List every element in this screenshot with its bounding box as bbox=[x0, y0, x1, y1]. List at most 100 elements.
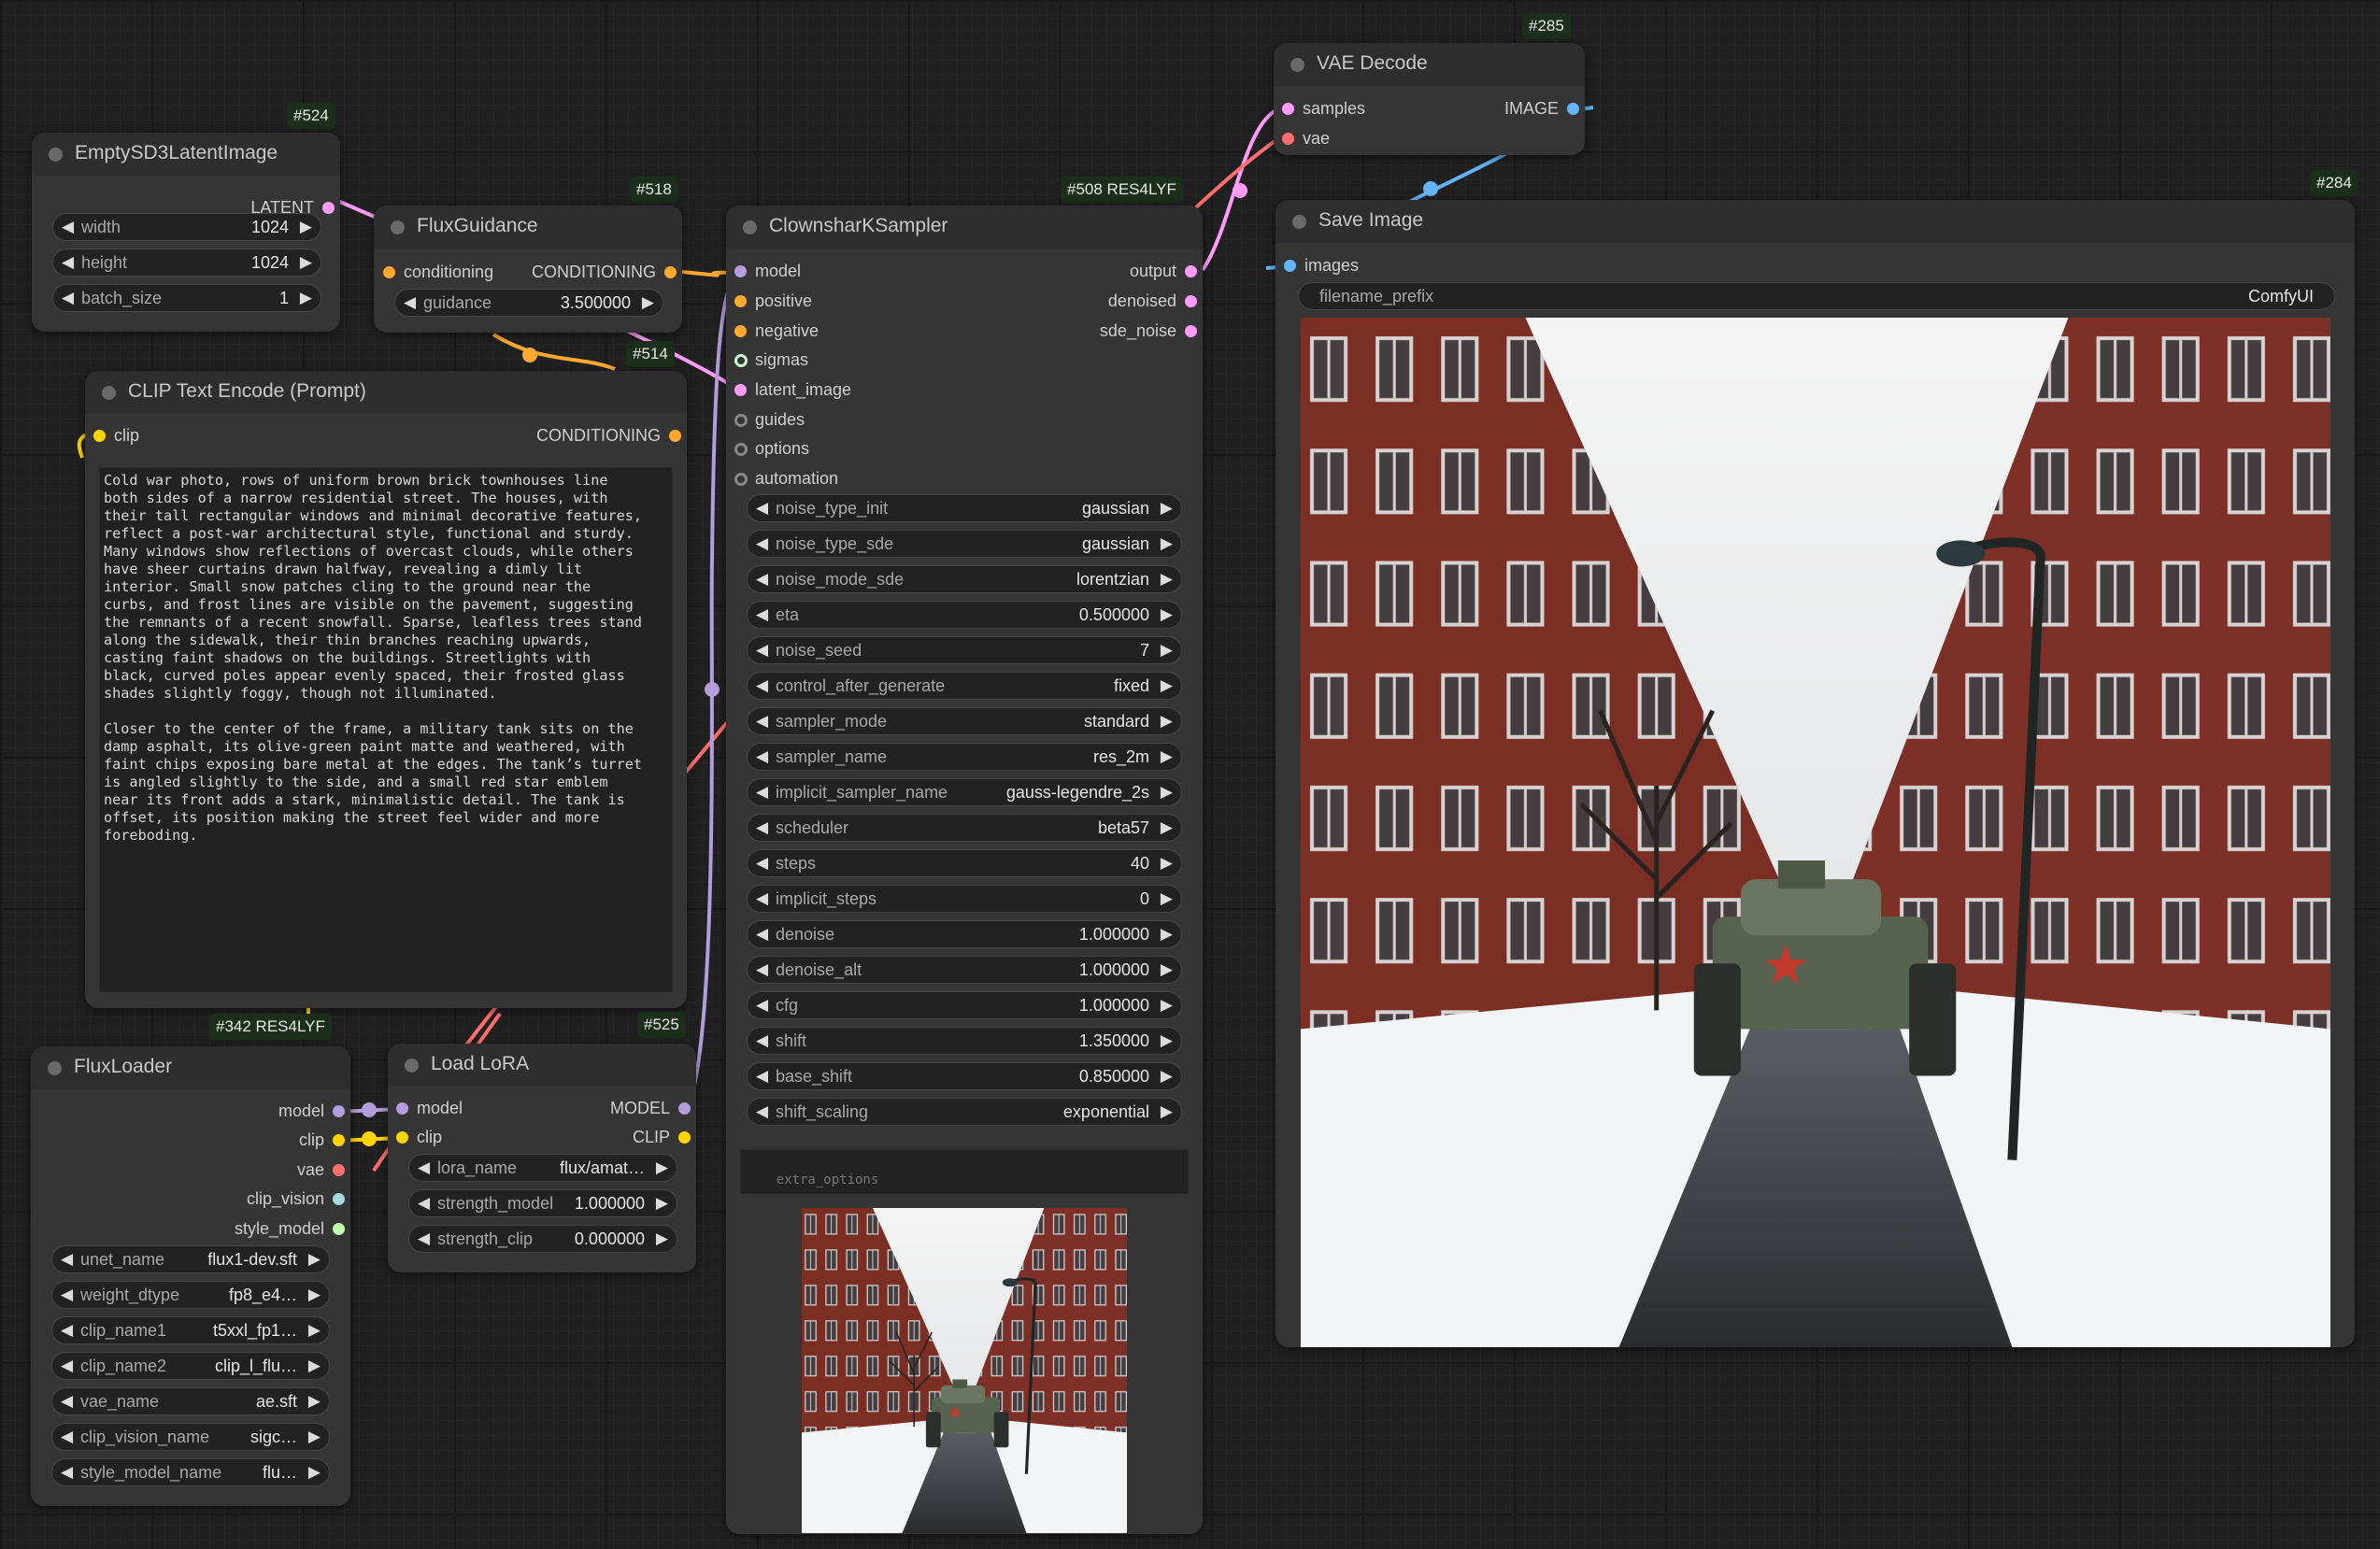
widget-value[interactable]: 1.000000 bbox=[1079, 996, 1149, 1016]
input-slot-latent-image[interactable]: latent_image bbox=[734, 378, 893, 403]
decrement-arrow-icon[interactable]: ◀ bbox=[418, 1158, 430, 1177]
increment-arrow-icon[interactable]: ▶ bbox=[300, 253, 312, 272]
widget-row[interactable]: ◀ clip_vision_name sigc… ▶ bbox=[51, 1423, 330, 1451]
widget-row[interactable]: ◀ cfg 1.000000 ▶ bbox=[747, 991, 1182, 1019]
widget-value[interactable]: standard bbox=[1084, 712, 1149, 732]
node-title-bar[interactable]: FluxGuidance bbox=[374, 206, 682, 249]
decrement-arrow-icon[interactable]: ◀ bbox=[418, 1229, 430, 1248]
increment-arrow-icon[interactable]: ▶ bbox=[1161, 712, 1173, 731]
widget-row[interactable]: ◀ noise_type_init gaussian ▶ bbox=[747, 494, 1182, 522]
increment-arrow-icon[interactable]: ▶ bbox=[300, 289, 312, 307]
increment-arrow-icon[interactable]: ▶ bbox=[308, 1428, 321, 1446]
output-slot-model[interactable]: MODEL bbox=[560, 1097, 691, 1121]
widget-row[interactable]: ◀ control_after_generate fixed ▶ bbox=[747, 672, 1182, 700]
input-slot-positive[interactable]: positive bbox=[734, 290, 893, 314]
decrement-arrow-icon[interactable]: ◀ bbox=[756, 1102, 768, 1121]
input-slot-model[interactable]: model bbox=[734, 260, 893, 284]
slot-dot-icon[interactable] bbox=[1185, 325, 1197, 337]
decrement-arrow-icon[interactable]: ◀ bbox=[756, 783, 768, 802]
widget-row[interactable]: ◀ denoise_alt 1.000000 ▶ bbox=[747, 956, 1182, 984]
collapse-dot-icon[interactable] bbox=[1290, 58, 1304, 72]
input-slot-clip[interactable]: clip bbox=[93, 424, 234, 448]
decrement-arrow-icon[interactable]: ◀ bbox=[756, 747, 768, 766]
extra-options-textarea[interactable]: extra_options bbox=[740, 1149, 1189, 1194]
widget-guidance[interactable]: ◀ guidance 3.500000 ▶ bbox=[394, 289, 663, 317]
output-slot-image[interactable]: IMAGE bbox=[1439, 97, 1579, 121]
slot-dot-icon[interactable] bbox=[664, 266, 677, 278]
input-slot-automation[interactable]: automation bbox=[734, 467, 893, 491]
increment-arrow-icon[interactable]: ▶ bbox=[308, 1250, 321, 1269]
widget-value[interactable]: 0.500000 bbox=[1079, 605, 1149, 625]
widget-row[interactable]: ◀ eta 0.500000 ▶ bbox=[747, 601, 1182, 629]
flux-loader-node[interactable]: FluxLoader model clip vae clip_vision st… bbox=[31, 1046, 350, 1506]
widget-value[interactable]: flu… bbox=[263, 1463, 297, 1483]
increment-arrow-icon[interactable]: ▶ bbox=[308, 1321, 321, 1340]
decrement-arrow-icon[interactable]: ◀ bbox=[756, 676, 768, 695]
output-slot-style-model[interactable]: style_model bbox=[158, 1217, 345, 1242]
decrement-arrow-icon[interactable]: ◀ bbox=[61, 1357, 73, 1375]
increment-arrow-icon[interactable]: ▶ bbox=[1161, 960, 1173, 979]
widget-row[interactable]: ◀ shift_scaling exponential ▶ bbox=[747, 1098, 1182, 1126]
widget-value[interactable]: 1.000000 bbox=[1079, 960, 1149, 980]
input-slot-sigmas[interactable]: sigmas bbox=[734, 348, 893, 373]
input-slot-negative[interactable]: negative bbox=[734, 320, 893, 344]
empty-latent-node[interactable]: EmptySD3LatentImage LATENT ◀ width 1024 … bbox=[32, 133, 340, 332]
widget-row[interactable]: ◀ sampler_mode standard ▶ bbox=[747, 707, 1182, 735]
widget-row[interactable]: ◀ vae_name ae.sft ▶ bbox=[51, 1387, 330, 1415]
slot-dot-icon[interactable] bbox=[678, 1102, 691, 1115]
slot-dot-icon[interactable] bbox=[734, 443, 748, 456]
clownshark-sampler-node[interactable]: ClownsharKSampler model positive negativ… bbox=[726, 206, 1203, 1534]
decrement-arrow-icon[interactable]: ◀ bbox=[61, 1286, 73, 1304]
slot-dot-icon[interactable] bbox=[734, 325, 747, 337]
decrement-arrow-icon[interactable]: ◀ bbox=[756, 1031, 768, 1050]
widget-value[interactable]: 0.850000 bbox=[1079, 1067, 1149, 1087]
node-title-bar[interactable]: FluxLoader bbox=[31, 1046, 350, 1089]
widget-value[interactable]: flux/amat… bbox=[560, 1158, 645, 1178]
slot-dot-icon[interactable] bbox=[734, 354, 748, 367]
increment-arrow-icon[interactable]: ▶ bbox=[300, 218, 312, 236]
slot-dot-icon[interactable] bbox=[669, 430, 681, 442]
output-slot-sde-noise[interactable]: sde_noise bbox=[1038, 320, 1197, 344]
increment-arrow-icon[interactable]: ▶ bbox=[1161, 1031, 1173, 1050]
widget-row[interactable]: ◀ strength_model 1.000000 ▶ bbox=[408, 1189, 677, 1217]
slot-dot-icon[interactable] bbox=[1282, 103, 1294, 115]
slot-dot-icon[interactable] bbox=[333, 1223, 345, 1235]
increment-arrow-icon[interactable]: ▶ bbox=[308, 1357, 321, 1375]
widget-row[interactable]: ◀ style_model_name flu… ▶ bbox=[51, 1458, 330, 1486]
decrement-arrow-icon[interactable]: ◀ bbox=[756, 712, 768, 731]
output-slot-clip[interactable]: clip bbox=[158, 1129, 345, 1153]
decrement-arrow-icon[interactable]: ◀ bbox=[62, 253, 74, 272]
input-slot-vae[interactable]: vae bbox=[1282, 127, 1422, 151]
load-lora-node[interactable]: Load LoRA model clip MODEL CLIP ◀ lora_na… bbox=[388, 1044, 696, 1272]
decrement-arrow-icon[interactable]: ◀ bbox=[756, 996, 768, 1015]
widget-value[interactable]: 1.000000 bbox=[575, 1194, 645, 1214]
decrement-arrow-icon[interactable]: ◀ bbox=[756, 1067, 768, 1086]
widget-filename-prefix[interactable]: filename_prefix ComfyUI bbox=[1298, 282, 2335, 310]
slot-dot-icon[interactable] bbox=[333, 1134, 345, 1146]
widget-value[interactable]: beta57 bbox=[1098, 818, 1149, 838]
prompt-textarea[interactable]: Cold war photo, rows of uniform brown br… bbox=[99, 467, 673, 992]
output-slot-conditioning[interactable]: CONDITIONING bbox=[518, 261, 677, 285]
slot-dot-icon[interactable] bbox=[333, 1193, 345, 1205]
input-slot-images[interactable]: images bbox=[1284, 254, 1424, 278]
widget-row[interactable]: ◀ unet_name flux1-dev.sft ▶ bbox=[51, 1245, 330, 1273]
widget-row[interactable]: ◀ noise_mode_sde lorentzian ▶ bbox=[747, 565, 1182, 593]
slot-dot-icon[interactable] bbox=[734, 384, 747, 396]
slot-dot-icon[interactable] bbox=[1284, 260, 1296, 272]
increment-arrow-icon[interactable]: ▶ bbox=[1161, 1067, 1173, 1086]
input-slot-model[interactable]: model bbox=[396, 1097, 527, 1121]
widget-value[interactable]: 7 bbox=[1140, 641, 1149, 661]
decrement-arrow-icon[interactable]: ◀ bbox=[756, 570, 768, 589]
input-slot-options[interactable]: options bbox=[734, 437, 893, 462]
output-slot-clip-vision[interactable]: clip_vision bbox=[158, 1187, 345, 1212]
save-image-node[interactable]: Save Image images filename_prefix ComfyU… bbox=[1276, 200, 2355, 1347]
node-title-bar[interactable]: VAE Decode bbox=[1274, 43, 1585, 86]
widget-value[interactable]: gaussian bbox=[1082, 499, 1149, 519]
widget-value[interactable]: 0 bbox=[1140, 889, 1149, 909]
collapse-dot-icon[interactable] bbox=[49, 148, 63, 162]
widget-row[interactable]: ◀ implicit_sampler_name gauss-legendre_2s ▶ bbox=[747, 778, 1182, 806]
output-slot-model[interactable]: model bbox=[158, 1100, 345, 1124]
increment-arrow-icon[interactable]: ▶ bbox=[1161, 499, 1173, 518]
slot-dot-icon[interactable] bbox=[1567, 103, 1579, 115]
slot-dot-icon[interactable] bbox=[734, 265, 747, 277]
